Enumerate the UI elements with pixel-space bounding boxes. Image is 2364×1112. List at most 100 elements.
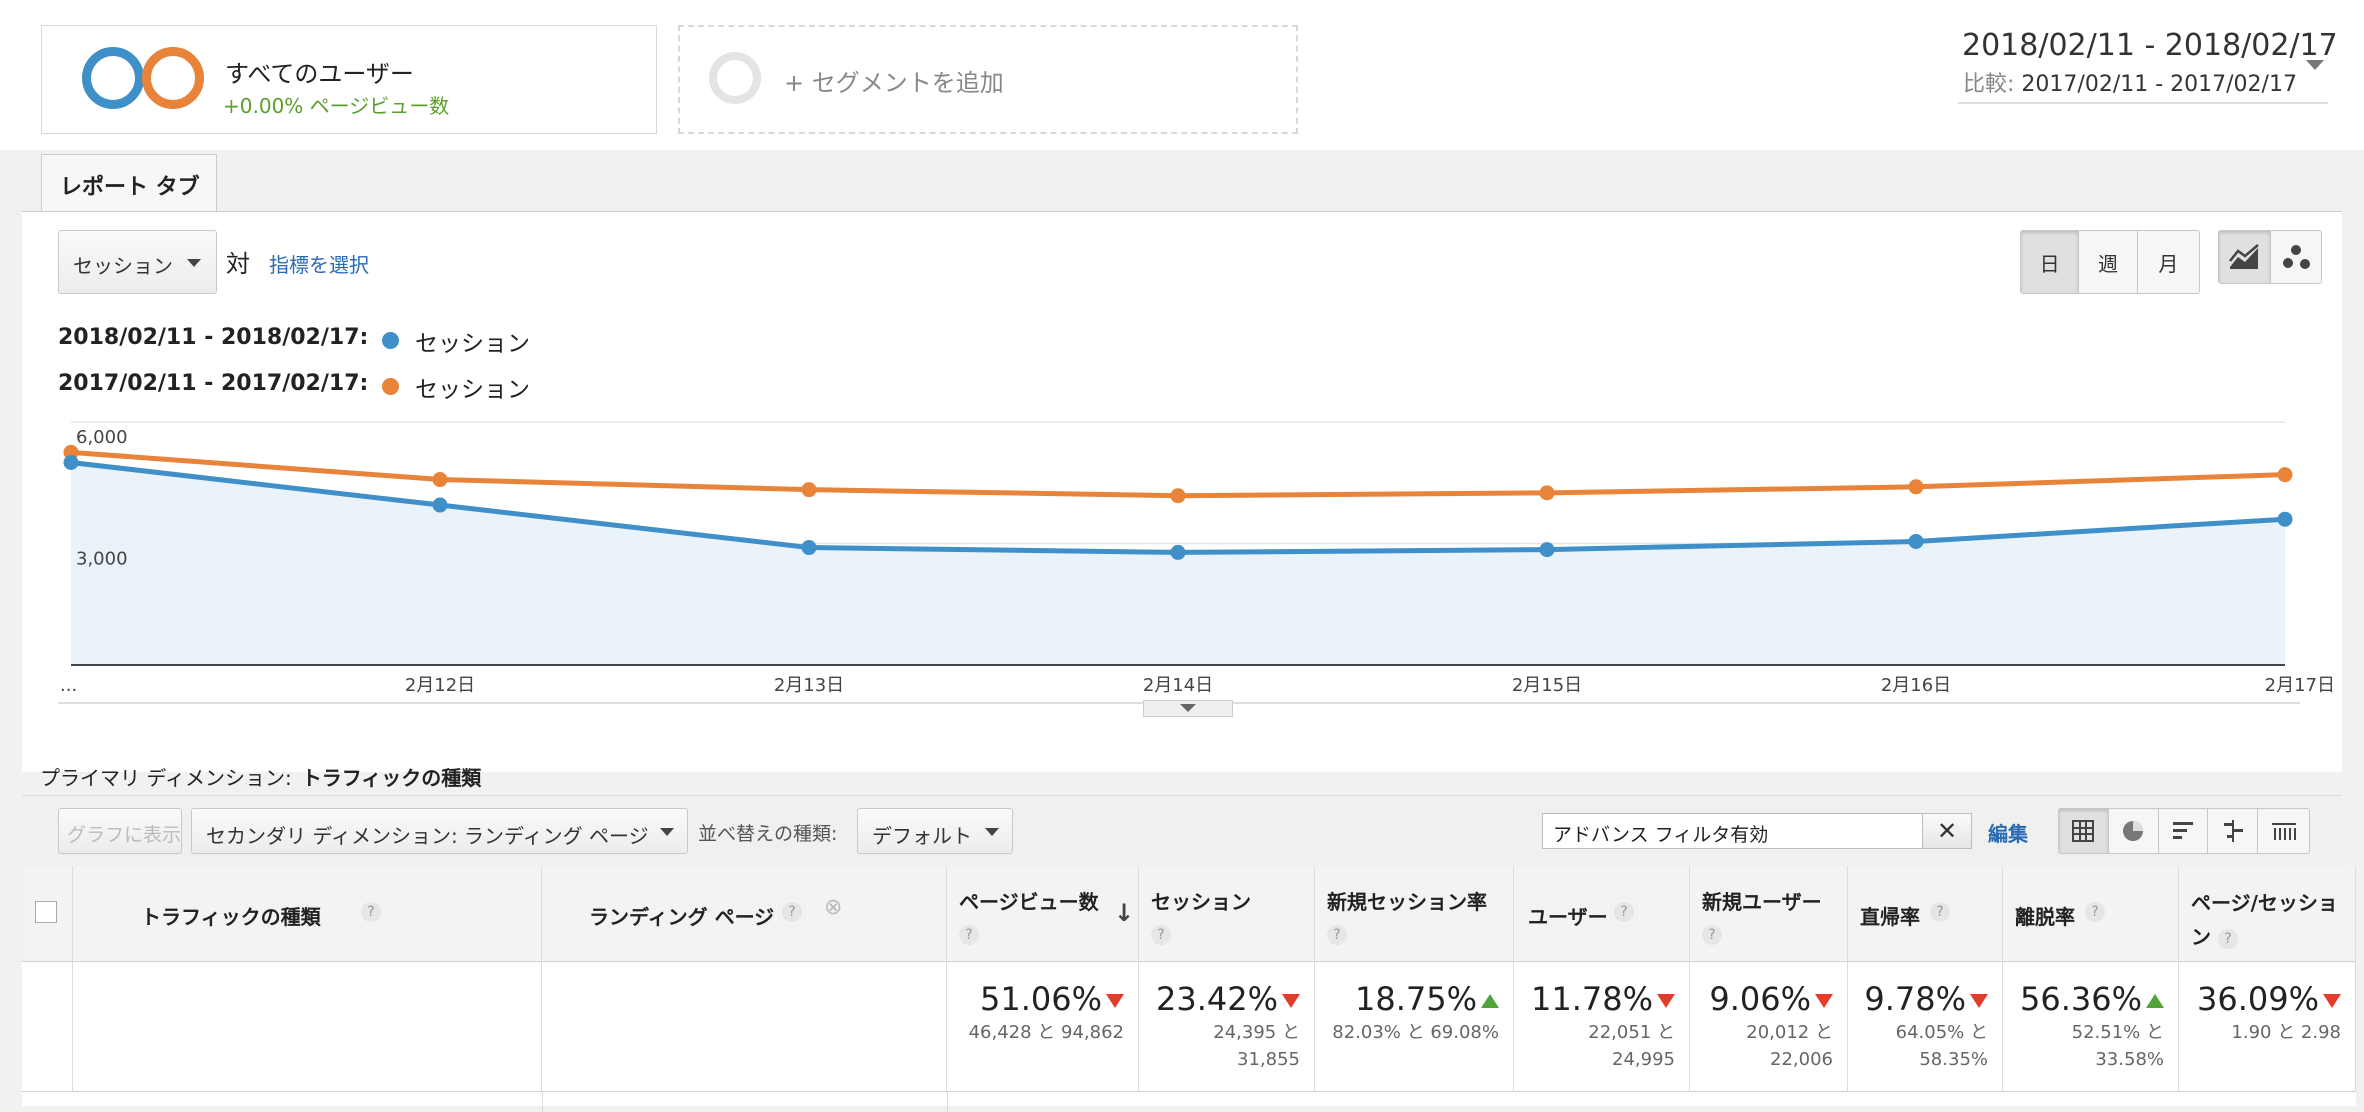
col-direct-rate[interactable]: 直帰率 ?: [1848, 866, 2003, 962]
total-bounce-rate: 56.36% 52.51% と 33.58%: [2003, 962, 2179, 1092]
advanced-filter-field[interactable]: アドバンス フィルタ有効: [1542, 813, 1972, 849]
decrease-arrow-icon: [1106, 994, 1124, 1008]
current-point: [63, 455, 79, 470]
sort-type-select[interactable]: デフォルト: [857, 808, 1013, 854]
help-icon[interactable]: ?: [1930, 902, 1950, 922]
decrease-arrow-icon: [1282, 994, 1300, 1008]
total-sessions-compare-b: 31,855: [1237, 1049, 1300, 1070]
select-all-checkbox[interactable]: [35, 901, 57, 923]
decrease-arrow-icon: [1970, 994, 1988, 1008]
col-direct-rate-label: 直帰率: [1860, 905, 1920, 929]
compare-icon: [2223, 820, 2243, 842]
table-row-partial: [542, 1092, 948, 1112]
table-row-partial: [73, 1092, 543, 1112]
help-icon[interactable]: ?: [1151, 925, 1171, 945]
total-users-pct: 11.78%: [1530, 980, 1653, 1018]
col-bounce-rate[interactable]: 離脱率 ?: [2003, 866, 2179, 962]
current-point: [801, 540, 817, 556]
col-traffic-type-label: トラフィックの種類: [141, 905, 321, 929]
primary-dimension: プライマリ ディメンション: トラフィックの種類: [40, 762, 481, 791]
totals-row-select-cell: [22, 962, 73, 1092]
col-bounce-rate-label: 離脱率: [2015, 905, 2075, 929]
total-sessions-pct: 23.42%: [1155, 980, 1278, 1018]
help-icon[interactable]: ?: [2217, 928, 2238, 949]
sort-desc-arrow-icon: ↓: [1114, 899, 1135, 927]
pivot-view-button[interactable]: [2258, 809, 2309, 853]
help-icon[interactable]: ?: [782, 902, 802, 922]
total-users: 11.78% 22,051 と 24,995: [1514, 962, 1690, 1092]
increase-arrow-icon: [2146, 994, 2164, 1008]
col-traffic-type[interactable]: トラフィックの種類 ?: [73, 866, 542, 962]
col-landing-page-label: ランディング ページ: [589, 905, 775, 929]
total-users-compare-a: 22,051 と: [1588, 1022, 1675, 1043]
x-tick-label: ...: [60, 675, 77, 696]
x-tick-label: 2月12日: [405, 675, 475, 696]
remove-dimension-icon[interactable]: ⊗: [824, 895, 842, 920]
help-icon[interactable]: ?: [959, 925, 979, 945]
sort-type-caret-icon: [985, 828, 999, 836]
current-point: [2277, 511, 2293, 527]
x-tick-label: 2月14日: [1143, 675, 1213, 696]
sort-type-label: 並べ替えの種類:: [698, 823, 838, 845]
total-bounce-rate-compare-b: 33.58%: [2095, 1049, 2164, 1070]
chart-collapse-handle[interactable]: [1143, 700, 1233, 717]
total-new-session-rate-pct: 18.75%: [1354, 980, 1477, 1018]
current-point: [1908, 533, 1924, 549]
previous-point: [1539, 485, 1555, 501]
help-icon[interactable]: ?: [1327, 925, 1347, 945]
total-pages-per-session-compare: 1.90 と 2.98: [2231, 1022, 2341, 1043]
total-new-session-rate: 18.75% 82.03% と 69.08%: [1315, 962, 1514, 1092]
col-new-session-rate[interactable]: 新規セッション率 ?: [1315, 866, 1514, 962]
x-tick-label: 2月15日: [1512, 675, 1582, 696]
show-in-graph-button[interactable]: グラフに表示: [58, 808, 182, 854]
primary-dimension-label: プライマリ ディメンション:: [40, 766, 292, 790]
dimension-pointer: [386, 783, 408, 795]
col-pageviews[interactable]: ページビュー数 ↓ ?: [947, 866, 1139, 962]
total-sessions: 23.42% 24,395 と 31,855: [1139, 962, 1315, 1092]
total-new-users-pct: 9.06%: [1709, 980, 1811, 1018]
help-icon[interactable]: ?: [361, 902, 381, 922]
pie-view-button[interactable]: [2109, 809, 2159, 853]
help-icon[interactable]: ?: [1614, 902, 1634, 922]
total-sessions-compare-a: 24,395 と: [1213, 1022, 1300, 1043]
increase-arrow-icon: [1481, 994, 1499, 1008]
decrease-arrow-icon: [2323, 994, 2341, 1008]
sort-type-value: デフォルト: [872, 824, 972, 848]
current-point: [432, 497, 448, 513]
clear-filter-icon[interactable]: ✕: [1922, 813, 1972, 849]
compare-view-button[interactable]: [2208, 809, 2259, 853]
total-direct-rate-compare-b: 58.35%: [1919, 1049, 1988, 1070]
secondary-dimension-caret-icon: [660, 828, 674, 836]
totals-row-traffic-cell: [73, 962, 542, 1092]
help-icon[interactable]: ?: [2085, 902, 2105, 922]
previous-point: [801, 482, 817, 498]
secondary-dimension-select[interactable]: セカンダリ ディメンション: ランディング ページ: [191, 808, 688, 854]
x-tick-label: 2月17日: [2265, 675, 2335, 696]
col-new-session-rate-label: 新規セッション率: [1327, 890, 1487, 914]
col-new-users-label: 新規ユーザー: [1702, 890, 1822, 914]
previous-point: [1170, 488, 1186, 504]
col-pageviews-label: ページビュー数: [959, 890, 1099, 914]
grid-icon: [2072, 820, 2095, 842]
x-tick-label: 2月13日: [774, 675, 844, 696]
col-new-users[interactable]: 新規ユーザー ?: [1690, 866, 1848, 962]
bar-view-button[interactable]: [2159, 809, 2209, 853]
sessions-line-chart: 6,000 3,000... 2月12日 2月13日 2月14日 2月15日 2月16日 2月…: [58, 421, 2335, 704]
total-direct-rate-pct: 9.78%: [1864, 980, 1966, 1018]
total-bounce-rate-compare-a: 52.51% と: [2071, 1022, 2164, 1043]
col-users[interactable]: ユーザー ?: [1514, 866, 1690, 962]
y-tick-label: 3,000: [76, 549, 128, 570]
edit-filter-link[interactable]: 編集: [1988, 818, 2028, 847]
help-icon[interactable]: ?: [1702, 925, 1722, 945]
total-pageviews-compare: 46,428 と 94,862: [968, 1022, 1124, 1043]
table-view-button[interactable]: [2059, 809, 2109, 853]
pivot-icon: [2271, 823, 2296, 840]
current-point: [1170, 544, 1186, 560]
col-sessions[interactable]: セッション ?: [1139, 866, 1315, 962]
y-tick-label: 6,000: [76, 427, 128, 448]
col-pages-per-session[interactable]: ページ/セッション ?: [2179, 866, 2356, 962]
col-landing-page[interactable]: ランディング ページ ? ⊗: [542, 866, 947, 962]
total-pageviews-pct: 51.06%: [979, 980, 1102, 1018]
total-pageviews: 51.06% 46,428 と 94,862: [947, 962, 1139, 1092]
report-table: トラフィックの種類 ? ランディング ページ ? ⊗ ページビュー数 ↓ ? セ…: [22, 866, 2356, 1112]
